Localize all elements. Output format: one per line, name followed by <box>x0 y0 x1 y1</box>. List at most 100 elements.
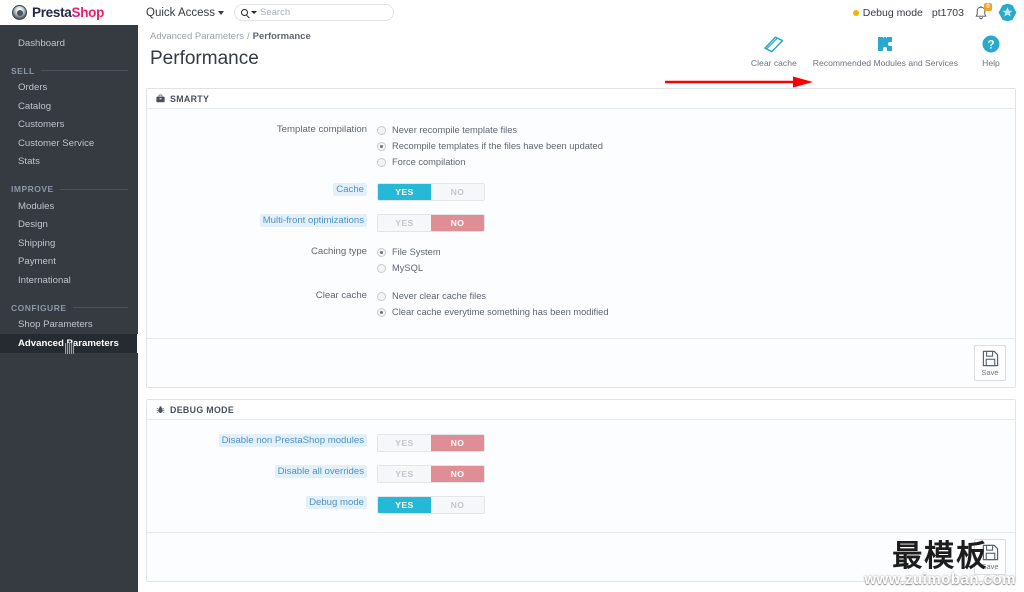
top-navigation-bar: PrestaShop Quick Access Debug mode pt170… <box>0 0 1024 25</box>
toggle-no[interactable]: NO <box>431 215 484 231</box>
field-control: Never clear cache files Clear cache ever… <box>377 288 1015 320</box>
sidebar-item-modules[interactable]: Modules <box>0 197 138 216</box>
radio-button[interactable] <box>377 307 386 317</box>
sidebar-item-catalog[interactable]: Catalog <box>0 97 138 116</box>
radio-label: Recompile templates if the files have be… <box>392 141 603 151</box>
toggle-no[interactable]: NO <box>431 466 484 482</box>
radio-button[interactable] <box>377 291 386 301</box>
field-label: Clear cache <box>315 290 367 301</box>
smarty-panel-title: SMARTY <box>170 93 210 104</box>
sidebar-item-label: Modules <box>18 200 55 212</box>
sidebar-item-shop-parameters[interactable]: Shop Parameters <box>0 316 138 335</box>
quick-access-label: Quick Access <box>146 6 216 19</box>
panels-container: SMARTY Template compilation Never recomp… <box>138 88 1024 592</box>
brand-presta-text: Presta <box>32 5 72 20</box>
radio-button[interactable] <box>377 157 386 167</box>
sidebar-item-customer-service[interactable]: Customer Service <box>0 134 138 153</box>
sidebar-item-international[interactable]: International <box>0 271 138 290</box>
section-divider <box>40 70 128 71</box>
field-label: Disable non PrestaShop modules <box>147 433 377 448</box>
recommended-modules-button[interactable]: Recommended Modules and Services <box>805 33 966 68</box>
bug-icon <box>156 406 165 414</box>
field-template-compilation: Template compilation Never recompile tem… <box>147 122 1015 170</box>
debug-mode-save-button[interactable]: Save <box>974 539 1006 575</box>
smarty-save-button[interactable]: Save <box>974 345 1006 381</box>
clear-cache-button[interactable]: Clear cache <box>743 33 805 68</box>
radio-option-never-clear-cache[interactable]: Never clear cache files <box>377 288 1015 304</box>
prestashop-brand[interactable]: PrestaShop <box>0 0 138 25</box>
radio-option-file-system[interactable]: File System <box>377 244 1015 260</box>
search-input[interactable] <box>260 7 381 18</box>
disable-all-overrides-toggle[interactable]: YES NO <box>377 465 485 483</box>
toggle-no[interactable]: NO <box>431 497 484 513</box>
help-label: Help <box>982 58 1000 68</box>
sidebar-item-orders[interactable]: Orders <box>0 79 138 98</box>
sidebar-section-improve: IMPROVE <box>0 184 138 194</box>
main-content: Advanced Parameters / Performance Performa… <box>138 25 1024 592</box>
radio-label: MySQL <box>392 263 423 273</box>
caret-down-icon <box>218 10 225 15</box>
radio-option-recompile-if-updated[interactable]: Recompile templates if the files have be… <box>377 138 1015 154</box>
cache-toggle[interactable]: YES NO <box>377 183 485 201</box>
disable-non-prestashop-modules-toggle[interactable]: YES NO <box>377 434 485 452</box>
floppy-disk-save-icon <box>982 350 998 366</box>
toggle-yes[interactable]: YES <box>378 215 431 231</box>
annotation-arrow-icon <box>665 76 813 88</box>
debug-mode-indicator[interactable]: Debug mode <box>852 7 923 19</box>
radio-button[interactable] <box>377 247 386 257</box>
field-label-text: Disable non PrestaShop modules <box>218 434 367 447</box>
shop-name-link[interactable]: pt1703 <box>932 7 964 19</box>
field-clear-cache: Clear cache Never clear cache files Clea… <box>147 288 1015 320</box>
radio-button[interactable] <box>377 141 386 151</box>
field-control: YES NO <box>377 182 1015 201</box>
sidebar-item-payment[interactable]: Payment <box>0 253 138 272</box>
breadcrumb-current: Performance <box>252 31 311 42</box>
user-avatar-star-icon[interactable] <box>998 3 1017 22</box>
sidebar-item-stats[interactable]: Stats <box>0 153 138 172</box>
multifront-toggle[interactable]: YES NO <box>377 214 485 232</box>
smarty-panel-header: SMARTY <box>147 89 1015 109</box>
radio-option-mysql[interactable]: MySQL <box>377 260 1015 276</box>
sidebar-item-design[interactable]: Design <box>0 216 138 235</box>
toggle-yes[interactable]: YES <box>378 497 431 513</box>
radio-option-never-recompile[interactable]: Never recompile template files <box>377 122 1015 138</box>
smarty-panel-body: Template compilation Never recompile tem… <box>147 109 1015 338</box>
radio-label: Force compilation <box>392 157 466 167</box>
sidebar-section-configure: CONFIGURE <box>0 303 138 313</box>
radio-option-clear-cache-on-modify[interactable]: Clear cache everytime something has been… <box>377 304 1015 320</box>
toggle-no[interactable]: NO <box>431 435 484 451</box>
collapse-handle-bars <box>64 343 74 354</box>
sidebar-item-customers[interactable]: Customers <box>0 116 138 135</box>
puzzle-piece-icon <box>874 33 896 55</box>
breadcrumb-separator: / <box>247 31 250 42</box>
toggle-yes[interactable]: YES <box>378 435 431 451</box>
quick-access-menu[interactable]: Quick Access <box>146 6 225 19</box>
field-control: YES NO <box>377 433 1015 452</box>
prestashop-admin-page: PrestaShop Quick Access Debug mode pt170… <box>0 0 1024 592</box>
notification-badge: 0 <box>984 2 992 11</box>
debug-mode-panel-body: Disable non PrestaShop modules YES NO Di… <box>147 420 1015 532</box>
field-control: YES NO <box>377 495 1015 514</box>
debug-mode-panel-header: DEBUG MODE <box>147 400 1015 420</box>
top-right-controls: Debug mode pt1703 0 <box>852 0 1024 25</box>
caret-down-icon[interactable] <box>251 11 258 14</box>
debug-mode-toggle[interactable]: YES NO <box>377 496 485 514</box>
toggle-yes[interactable]: YES <box>378 184 431 200</box>
field-label-text: Debug mode <box>306 496 367 509</box>
toggle-yes[interactable]: YES <box>378 466 431 482</box>
help-button[interactable]: ? Help <box>966 33 1016 68</box>
field-control: File System MySQL <box>377 244 1015 276</box>
notification-bell-button[interactable]: 0 <box>973 2 992 22</box>
smarty-panel-footer: Save <box>147 338 1015 387</box>
radio-option-force-compilation[interactable]: Force compilation <box>377 154 1015 170</box>
search-bar[interactable] <box>234 4 395 21</box>
collapse-sidebar-handle-icon[interactable] <box>0 343 138 354</box>
radio-label: Never recompile template files <box>392 125 518 135</box>
breadcrumb-parent[interactable]: Advanced Parameters <box>150 31 244 42</box>
sidebar-item-shipping[interactable]: Shipping <box>0 234 138 253</box>
radio-button[interactable] <box>377 263 386 273</box>
radio-button[interactable] <box>377 125 386 135</box>
toggle-no[interactable]: NO <box>431 184 484 200</box>
sidebar-section-title: CONFIGURE <box>11 302 67 313</box>
sidebar-item-dashboard[interactable]: Dashboard <box>0 34 138 53</box>
